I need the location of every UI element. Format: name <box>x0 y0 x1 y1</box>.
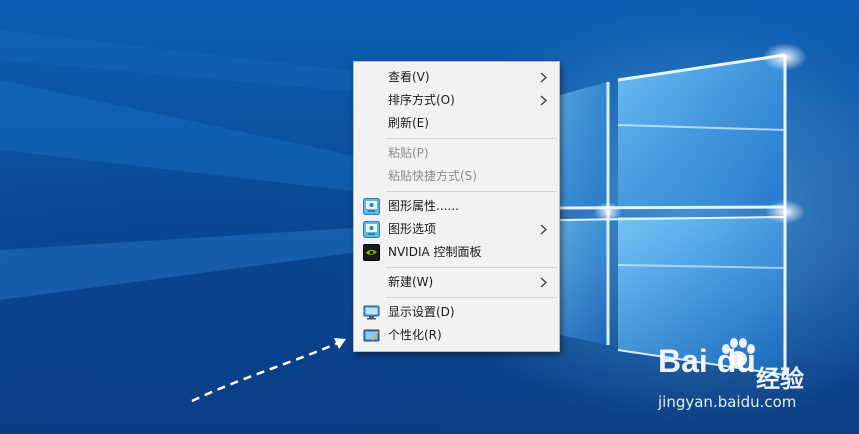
menu-item-personalize[interactable]: 个性化(R) <box>354 324 559 347</box>
menu-item-new[interactable]: 新建(W) <box>354 271 559 294</box>
menu-item-graphics-properties[interactable]: 图形属性...... <box>354 195 559 218</box>
menu-item-graphics-options[interactable]: 图形选项 <box>354 218 559 241</box>
menu-item-label: 图形选项 <box>388 222 437 236</box>
menu-item-label: 查看(V) <box>388 70 430 84</box>
menu-item-label: 个性化(R) <box>388 328 442 342</box>
menu-item-label: NVIDIA 控制面板 <box>388 245 482 259</box>
chevron-right-icon <box>540 224 547 235</box>
monitor-icon <box>363 305 380 320</box>
annotation-arrow <box>191 340 341 403</box>
watermark-url: jingyan.baidu.com <box>658 393 797 411</box>
intel-graphics-icon <box>363 221 380 238</box>
menu-item-label: 粘贴(P) <box>388 146 429 160</box>
menu-separator <box>386 191 557 192</box>
watermark-suffix: 经验 <box>756 365 804 393</box>
menu-item-nvidia-control-panel[interactable]: NVIDIA 控制面板 <box>354 241 559 264</box>
nvidia-icon <box>363 244 380 261</box>
menu-item-sort-by[interactable]: 排序方式(O) <box>354 89 559 112</box>
baidu-jingyan-watermark: Bai du 经验 jingyan.baidu.com <box>658 338 858 423</box>
menu-item-label: 刷新(E) <box>388 116 429 130</box>
chevron-right-icon <box>540 72 547 83</box>
chevron-right-icon <box>540 95 547 106</box>
intel-graphics-icon <box>363 198 380 215</box>
chevron-right-icon <box>540 277 547 288</box>
menu-item-refresh[interactable]: 刷新(E) <box>354 112 559 135</box>
personalize-icon <box>363 329 380 342</box>
menu-item-label: 排序方式(O) <box>388 93 455 107</box>
menu-item-label: 粘贴快捷方式(S) <box>388 169 477 183</box>
menu-item-paste[interactable]: 粘贴(P) <box>354 142 559 165</box>
menu-item-display-settings[interactable]: 显示设置(D) <box>354 301 559 324</box>
menu-item-paste-shortcut[interactable]: 粘贴快捷方式(S) <box>354 165 559 188</box>
desktop-context-menu: 查看(V) 排序方式(O) 刷新(E) 粘贴(P) 粘贴快捷方式(S) 图形属性… <box>353 61 560 352</box>
menu-item-label: 图形属性...... <box>388 199 459 213</box>
menu-item-label: 新建(W) <box>388 275 434 289</box>
menu-item-label: 显示设置(D) <box>388 305 455 319</box>
menu-separator <box>386 267 557 268</box>
menu-separator <box>386 138 557 139</box>
paw-icon <box>722 338 755 367</box>
menu-separator <box>386 297 557 298</box>
menu-item-view[interactable]: 查看(V) <box>354 66 559 89</box>
